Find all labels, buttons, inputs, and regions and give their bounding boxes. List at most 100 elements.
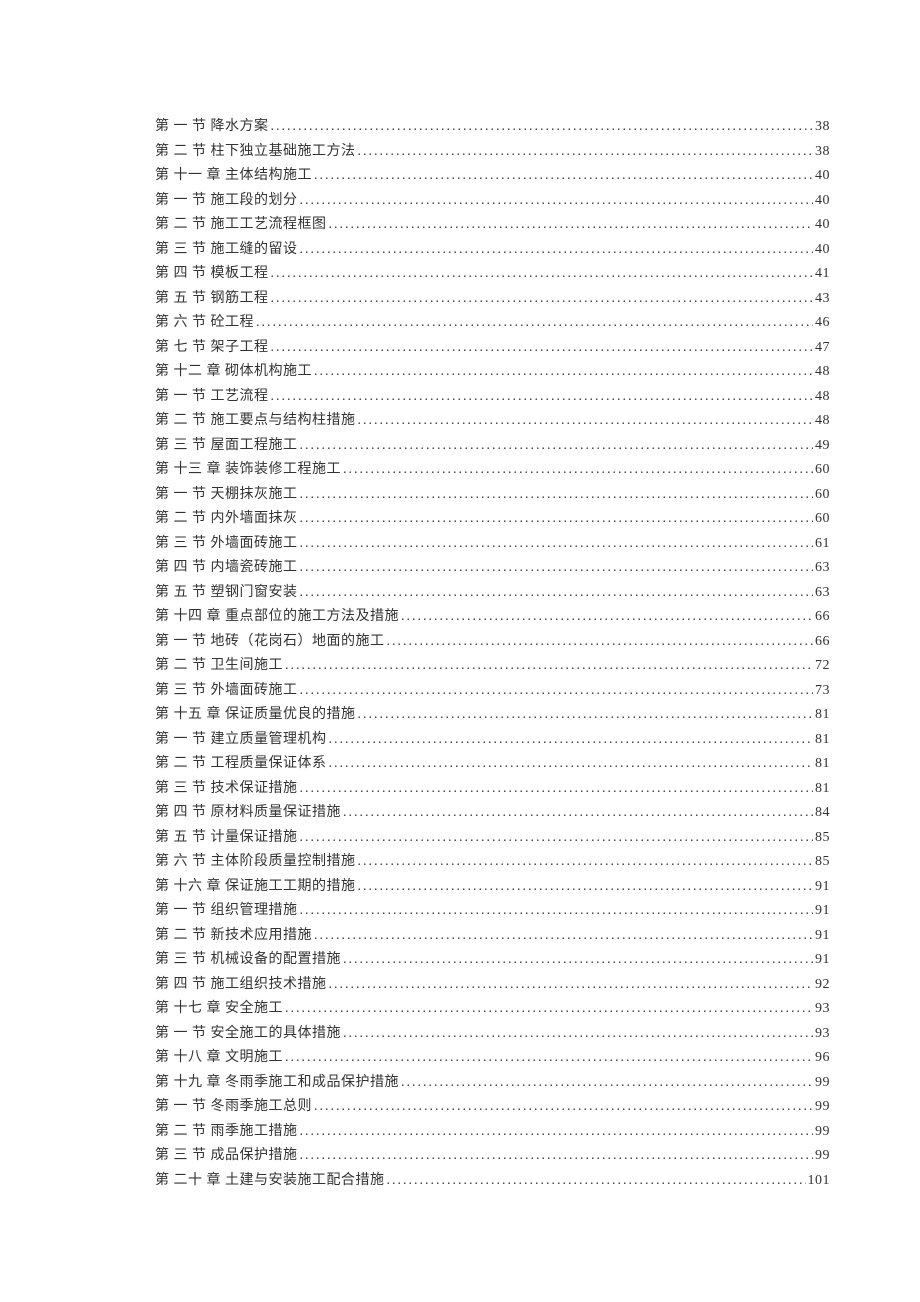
toc-entry: 第 一 节 冬雨季施工总则99 (155, 1095, 830, 1120)
toc-leader-dots (300, 434, 814, 459)
toc-entry-page: 81 (815, 703, 830, 728)
toc-entry-page: 91 (815, 899, 830, 924)
toc-leader-dots (300, 483, 814, 508)
toc-entry-page: 46 (815, 311, 830, 336)
toc-entry: 第 五 节 塑钢门窗安装63 (155, 581, 830, 606)
toc-leader-dots (343, 458, 813, 483)
toc-entry-page: 40 (815, 164, 830, 189)
toc-leader-dots (314, 1095, 813, 1120)
toc-entry: 第 二 节 柱下独立基础施工方法38 (155, 140, 830, 165)
toc-leader-dots (300, 1144, 814, 1169)
toc-entry-page: 91 (815, 948, 830, 973)
toc-entry-label: 第 二 节 工程质量保证体系 (155, 752, 327, 777)
toc-entry-label: 第 一 节 组织管理措施 (155, 899, 298, 924)
toc-entry: 第 三 节 外墙面砖施工61 (155, 532, 830, 557)
toc-entry-label: 第 十二 章 砌体机构施工 (155, 360, 312, 385)
toc-leader-dots (271, 336, 814, 361)
toc-leader-dots (285, 1046, 813, 1071)
toc-entry: 第 一 节 降水方案 38 (155, 115, 830, 140)
toc-leader-dots (300, 556, 814, 581)
toc-entry: 第 七 节 架子工程 47 (155, 336, 830, 361)
toc-leader-dots (358, 875, 814, 900)
toc-entry-label: 第 十八 章 文明施工 (155, 1046, 283, 1071)
toc-leader-dots (358, 409, 814, 434)
toc-leader-dots (343, 948, 813, 973)
toc-leader-dots (256, 311, 813, 336)
toc-entry-page: 99 (815, 1071, 830, 1096)
toc-entry-label: 第 二 节 内外墙面抹灰 (155, 507, 298, 532)
toc-entry-page: 93 (815, 1022, 830, 1047)
toc-entry: 第 十七 章 安全施工 93 (155, 997, 830, 1022)
toc-leader-dots (358, 140, 814, 165)
toc-entry: 第 十五 章 保证质量优良的措施 81 (155, 703, 830, 728)
toc-entry-page: 99 (815, 1095, 830, 1120)
toc-leader-dots (387, 1169, 806, 1194)
toc-entry-label: 第 二十 章 土建与安装施工配合措施 (155, 1169, 385, 1194)
toc-entry: 第 十二 章 砌体机构施工48 (155, 360, 830, 385)
toc-entry-label: 第 十四 章 重点部位的施工方法及措施 (155, 605, 399, 630)
toc-entry-page: 38 (815, 140, 830, 165)
toc-entry: 第 二 节 施工工艺流程框图40 (155, 213, 830, 238)
toc-entry-label: 第 六 节 主体阶段质量控制措施 (155, 850, 356, 875)
toc-entry: 第 十九 章 冬雨季施工和成品保护措施 99 (155, 1071, 830, 1096)
toc-entry: 第 一 节 组织管理措施 91 (155, 899, 830, 924)
toc-entry-label: 第 二 节 雨季施工措施 (155, 1120, 298, 1145)
toc-entry-page: 85 (815, 850, 830, 875)
toc-leader-dots (314, 360, 813, 385)
toc-entry-page: 72 (815, 654, 830, 679)
toc-entry: 第 四 节 施工组织技术措施92 (155, 973, 830, 998)
toc-entry-label: 第 十九 章 冬雨季施工和成品保护措施 (155, 1071, 399, 1096)
toc-entry-label: 第 一 节 地砖（花岗石）地面的施工 (155, 630, 385, 655)
toc-leader-dots (343, 801, 813, 826)
toc-entry: 第 五 节 计量保证措施85 (155, 826, 830, 851)
toc-entry-label: 第 七 节 架子工程 (155, 336, 269, 361)
toc-entry: 第 十四 章 重点部位的施工方法及措施66 (155, 605, 830, 630)
toc-entry: 第 四 节 模板工程41 (155, 262, 830, 287)
toc-entry: 第 三 节 成品保护措施99 (155, 1144, 830, 1169)
toc-entry-label: 第 二 节 卫生间施工 (155, 654, 283, 679)
toc-entry-label: 第 十七 章 安全施工 (155, 997, 283, 1022)
toc-entry: 第 一 节 安全施工的具体措施93 (155, 1022, 830, 1047)
toc-entry-label: 第 三 节 外墙面砖施工 (155, 679, 298, 704)
toc-leader-dots (329, 213, 814, 238)
toc-leader-dots (271, 385, 814, 410)
toc-entry-label: 第 五 节 塑钢门窗安装 (155, 581, 298, 606)
toc-entry: 第 十一 章 主体结构施工40 (155, 164, 830, 189)
toc-entry-label: 第 一 节 工艺流程 (155, 385, 269, 410)
toc-entry-label: 第 五 节 钢筋工程 (155, 287, 269, 312)
toc-leader-dots (300, 532, 814, 557)
toc-entry-label: 第 一 节 降水方案 (155, 115, 269, 140)
toc-leader-dots (401, 1071, 813, 1096)
toc-leader-dots (271, 115, 814, 140)
toc-entry: 第 二 节 施工要点与结构柱措施48 (155, 409, 830, 434)
toc-entry: 第 一 节 工艺流程 48 (155, 385, 830, 410)
toc-leader-dots (300, 238, 814, 263)
toc-entry-page: 84 (815, 801, 830, 826)
toc-entry-label: 第 三 节 外墙面砖施工 (155, 532, 298, 557)
toc-leader-dots (358, 850, 814, 875)
toc-entry-page: 48 (815, 385, 830, 410)
toc-entry-page: 38 (815, 115, 830, 140)
toc-leader-dots (387, 630, 814, 655)
toc-entry-page: 47 (815, 336, 830, 361)
toc-entry-page: 101 (808, 1169, 831, 1194)
toc-leader-dots (300, 899, 814, 924)
toc-entry-page: 93 (815, 997, 830, 1022)
toc-entry: 第 一 节 建立质量管理机构81 (155, 728, 830, 753)
toc-entry: 第 四 节 原材料质量保证措施84 (155, 801, 830, 826)
toc-entry-page: 91 (815, 875, 830, 900)
toc-leader-dots (300, 777, 814, 802)
toc-entry-page: 41 (815, 262, 830, 287)
toc-entry: 第 三 节 施工缝的留设40 (155, 238, 830, 263)
toc-entry-page: 43 (815, 287, 830, 312)
table-of-contents: 第 一 节 降水方案 38第 二 节 柱下独立基础施工方法38第 十一 章 主体结… (155, 115, 830, 1193)
toc-leader-dots (314, 924, 813, 949)
toc-entry-page: 40 (815, 189, 830, 214)
toc-entry: 第 三 节 机械设备的配置措施91 (155, 948, 830, 973)
toc-leader-dots (285, 654, 813, 679)
toc-leader-dots (343, 1022, 813, 1047)
toc-entry: 第 六 节 主体阶段质量控制措施 85 (155, 850, 830, 875)
toc-entry-label: 第 十五 章 保证质量优良的措施 (155, 703, 356, 728)
toc-entry-page: 85 (815, 826, 830, 851)
toc-entry-page: 73 (815, 679, 830, 704)
